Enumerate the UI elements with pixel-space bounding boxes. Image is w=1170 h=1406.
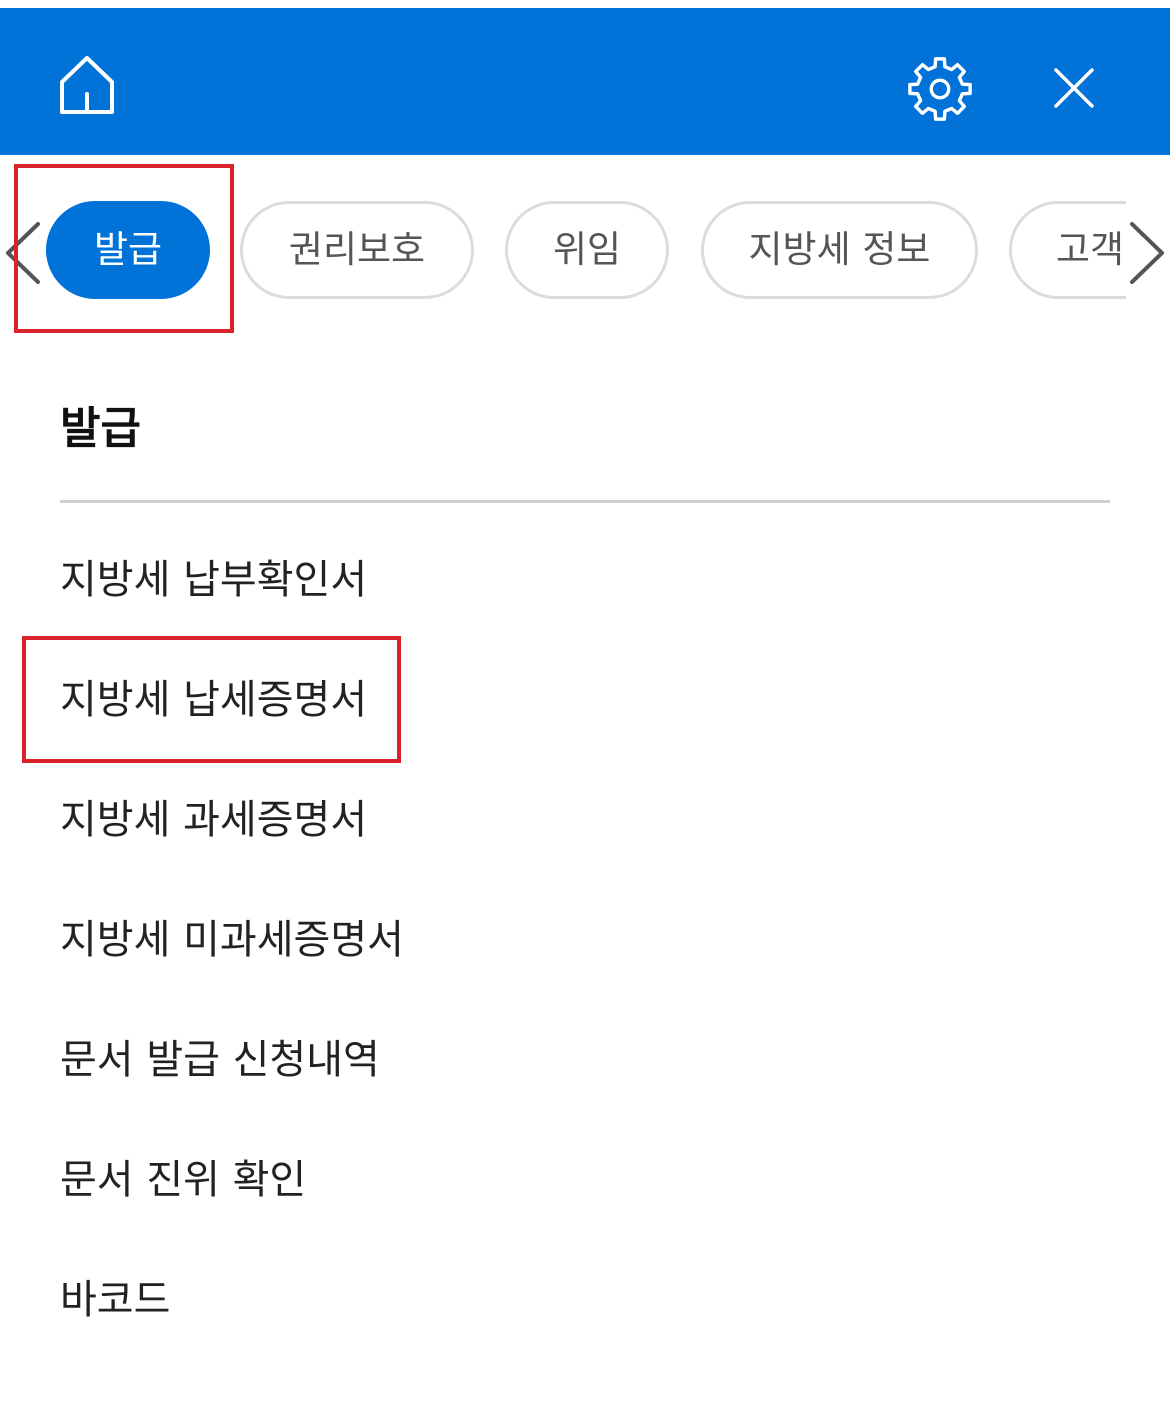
close-icon[interactable] (1050, 64, 1098, 112)
menu-screen: 발급 권리보호 위임 지방세 정보 고객 발급 지방세 납부확인서 지방세 납세… (0, 0, 1170, 1406)
tab-local-tax-info[interactable]: 지방세 정보 (701, 201, 978, 299)
chevron-right-icon[interactable] (1126, 218, 1170, 288)
menu-item-issuance-history[interactable]: 문서 발급 신청내역 (60, 1030, 380, 1090)
menu-item-taxation-certificate[interactable]: 지방세 과세증명서 (60, 790, 367, 850)
tab-rights-protection[interactable]: 권리보호 (240, 201, 474, 299)
gear-icon[interactable] (906, 54, 974, 124)
home-icon[interactable] (58, 54, 116, 116)
tab-strip: 발급 권리보호 위임 지방세 정보 고객 (0, 198, 1126, 306)
tab-issue[interactable]: 발급 (46, 201, 210, 299)
tab-delegation[interactable]: 위임 (505, 201, 669, 299)
divider (60, 500, 1110, 503)
menu-item-tax-payment-certificate[interactable]: 지방세 납세증명서 (60, 670, 367, 730)
top-bar (0, 8, 1170, 155)
category-tabs: 발급 권리보호 위임 지방세 정보 고객 (0, 198, 1170, 306)
tab-customer[interactable]: 고객 (1009, 201, 1126, 299)
menu-item-document-verification[interactable]: 문서 진위 확인 (60, 1150, 306, 1210)
menu-item-non-taxation-certificate[interactable]: 지방세 미과세증명서 (60, 910, 404, 970)
section-title: 발급 (60, 403, 141, 454)
menu-item-barcode[interactable]: 바코드 (60, 1270, 170, 1330)
menu-item-payment-confirmation[interactable]: 지방세 납부확인서 (60, 550, 367, 610)
chevron-left-icon[interactable] (0, 218, 44, 288)
